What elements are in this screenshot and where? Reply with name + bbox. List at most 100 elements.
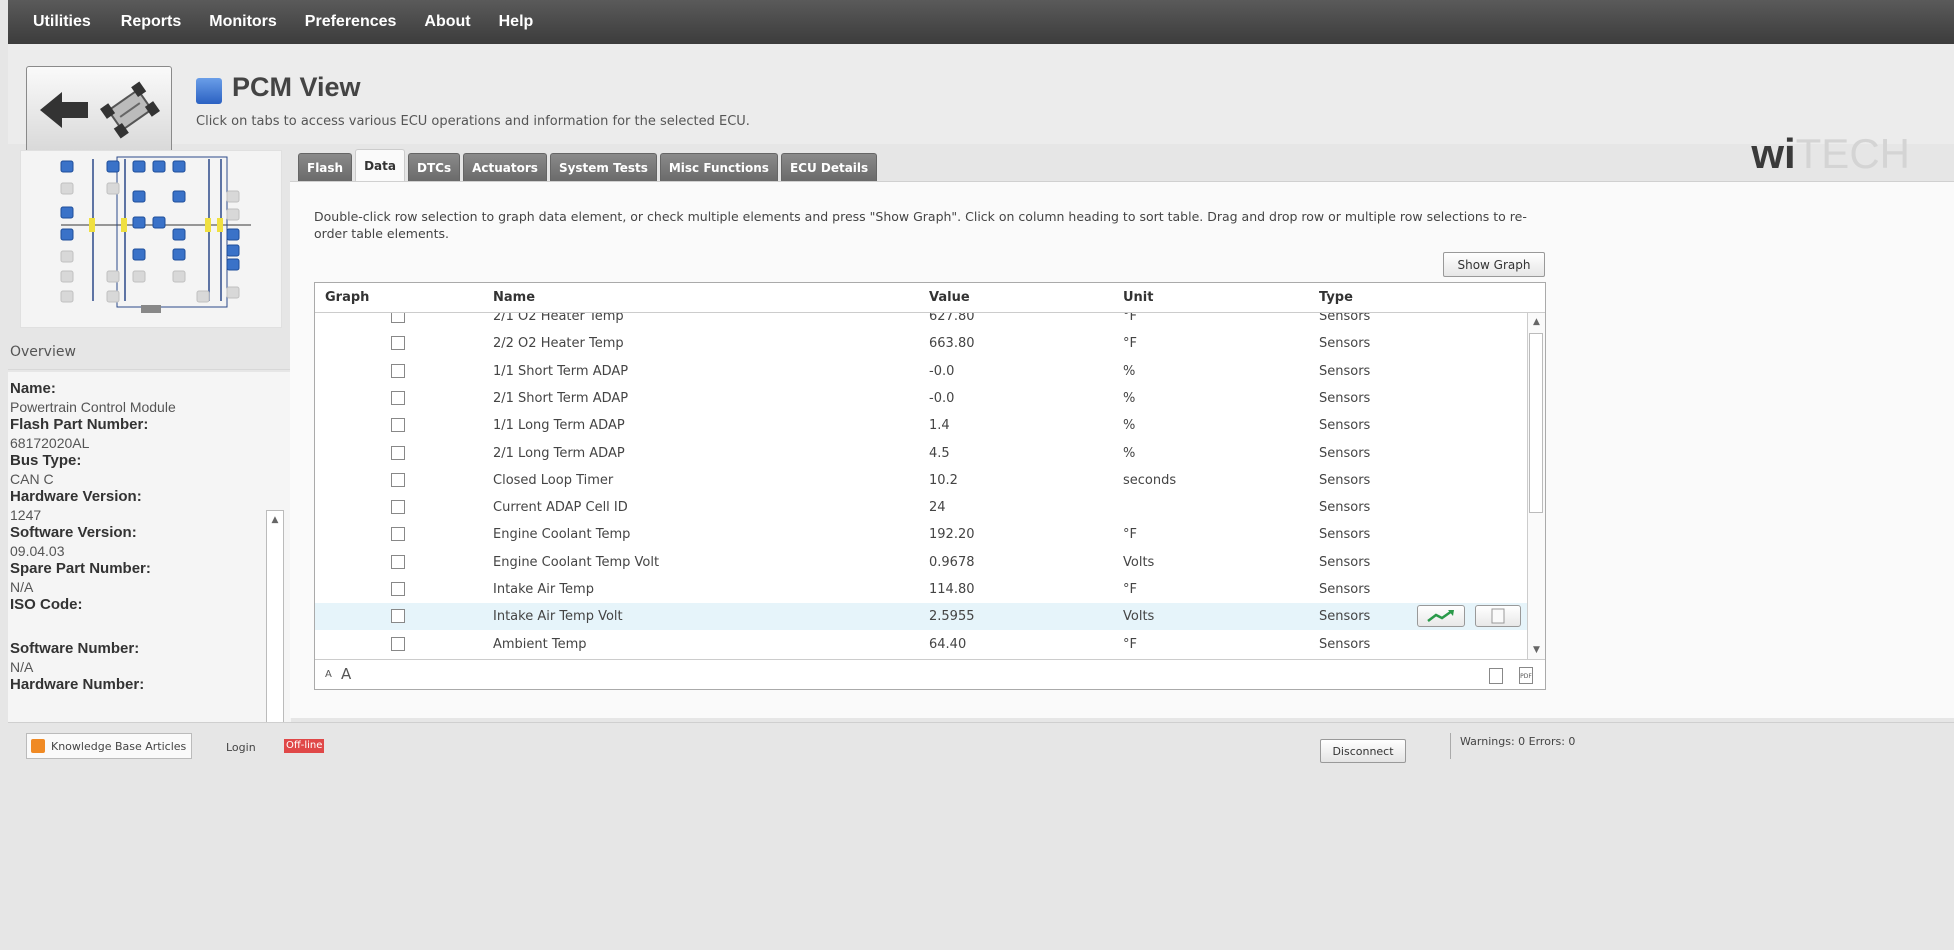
disconnect-button[interactable]: Disconnect [1320, 739, 1406, 763]
tab-system-tests[interactable]: System Tests [549, 153, 657, 181]
tab-actuators[interactable]: Actuators [463, 153, 547, 181]
knowledge-base-button[interactable]: Knowledge Base Articles [26, 733, 192, 759]
row-type: Sensors [1319, 313, 1371, 324]
info-sw-number-value: N/A [10, 659, 34, 675]
row-unit: °F [1123, 582, 1137, 597]
data-panel: Double-click row selection to graph data… [290, 181, 1954, 718]
graph-checkbox[interactable] [391, 636, 405, 651]
grid-scrollbar[interactable]: ▲ ▼ [1527, 313, 1545, 659]
info-iso-code-label: ISO Code: [10, 596, 83, 613]
info-hw-number-label: Hardware Number: [10, 676, 145, 693]
tab-misc-functions[interactable]: Misc Functions [659, 153, 778, 181]
info-sw-version-value: 09.04.03 [10, 543, 65, 559]
menu-preferences[interactable]: Preferences [305, 13, 397, 31]
graph-checkbox[interactable] [391, 609, 405, 624]
row-name: Current ADAP Cell ID [493, 500, 628, 516]
info-sw-number-label: Software Number: [10, 640, 140, 657]
row-name: Ambient Temp [493, 636, 587, 652]
table-row[interactable]: Intake Air Temp 114.80 °F Sensors [315, 576, 1527, 603]
col-value-header[interactable]: Value [929, 290, 970, 305]
trend-up-icon [1427, 610, 1454, 623]
row-unit: % [1123, 418, 1136, 434]
menu-help[interactable]: Help [499, 13, 534, 31]
vehicle-chassis-icon [100, 81, 160, 139]
table-row[interactable]: Intake Air Temp Volt 2.5955 Volts Sensors [315, 603, 1527, 631]
font-decrease-button[interactable]: A [325, 669, 332, 680]
graph-checkbox[interactable] [391, 418, 405, 433]
network-topology-diagram[interactable] [20, 150, 282, 328]
info-hw-version-label: Hardware Version: [10, 488, 142, 505]
table-row[interactable]: Current ADAP Cell ID 24 Sensors [315, 494, 1527, 521]
tab-dtcs[interactable]: DTCs [408, 153, 461, 181]
menu-utilities[interactable]: Utilities [33, 13, 91, 31]
row-type: Sensors [1319, 336, 1371, 352]
col-graph-header[interactable]: Graph [325, 290, 369, 305]
page-header: PCM View Click on tabs to access various… [8, 44, 1954, 177]
font-increase-button[interactable]: A [341, 665, 351, 683]
row-details-button[interactable] [1475, 605, 1521, 628]
status-divider [1450, 733, 1451, 759]
info-flash-part-label: Flash Part Number: [10, 416, 149, 433]
row-type: Sensors [1319, 582, 1371, 597]
graph-checkbox[interactable] [391, 582, 405, 596]
row-value: 192.20 [929, 527, 975, 543]
grid-header: Graph Name Value Unit Type [315, 283, 1545, 313]
grid-scroll-up-icon[interactable]: ▲ [1528, 313, 1545, 331]
row-name: Engine Coolant Temp [493, 527, 631, 543]
col-type-header[interactable]: Type [1319, 290, 1353, 305]
row-name: 2/1 Long Term ADAP [493, 445, 625, 461]
col-name-header[interactable]: Name [493, 290, 535, 305]
export-icon[interactable] [1489, 668, 1503, 684]
grid-scroll-thumb[interactable] [1529, 333, 1543, 513]
table-row[interactable]: Ambient Temp 64.40 °F Sensors [315, 631, 1527, 658]
row-name: 1/1 Long Term ADAP [493, 418, 625, 434]
table-row[interactable]: 2/1 O2 Heater Temp 627.80 °F Sensors [315, 313, 1527, 330]
row-unit: % [1123, 363, 1136, 379]
table-row[interactable]: 1/1 Short Term ADAP -0.0% Sensors [315, 358, 1527, 385]
graph-checkbox[interactable] [391, 336, 405, 351]
graph-row-button[interactable] [1417, 605, 1465, 628]
row-unit: °F [1123, 336, 1137, 352]
page-subtitle: Click on tabs to access various ECU oper… [196, 114, 750, 129]
grid-scroll-down-icon[interactable]: ▼ [1528, 641, 1545, 659]
tab-flash[interactable]: Flash [298, 153, 353, 181]
graph-checkbox[interactable] [391, 500, 405, 515]
col-unit-header[interactable]: Unit [1123, 290, 1153, 305]
table-row[interactable]: 2/1 Long Term ADAP 4.5% Sensors [315, 440, 1527, 467]
graph-checkbox[interactable] [391, 313, 405, 323]
table-row[interactable]: 1/1 Long Term ADAP 1.4% Sensors [315, 412, 1527, 439]
row-unit: Volts [1123, 554, 1155, 570]
login-link[interactable]: Login [226, 741, 256, 754]
table-row[interactable]: Engine Coolant Temp Volt 0.9678 Volts Senso… [315, 549, 1527, 576]
graph-checkbox[interactable] [391, 472, 405, 487]
table-row[interactable]: Closed Loop Timer 10.2 seconds Sensors [315, 467, 1527, 494]
graph-checkbox[interactable] [391, 527, 405, 542]
row-value: 627.80 [929, 313, 975, 324]
graph-checkbox[interactable] [391, 363, 405, 378]
pdf-icon[interactable]: PDF [1519, 667, 1533, 684]
row-type: Sensors [1319, 609, 1371, 625]
grid-footer: A A PDF [315, 659, 1545, 689]
row-value: 2.5955 [929, 609, 975, 625]
graph-checkbox[interactable] [391, 390, 405, 405]
table-row[interactable]: Engine Coolant Temp 192.20 °F Sensors [315, 521, 1527, 548]
warnings-errors-status: Warnings: 0 Errors: 0 [1460, 735, 1576, 748]
graph-checkbox[interactable] [391, 445, 405, 460]
menu-monitors[interactable]: Monitors [209, 13, 277, 31]
menu-reports[interactable]: Reports [121, 13, 181, 31]
row-value: 64.40 [929, 636, 967, 652]
table-row[interactable]: 2/1 Short Term ADAP -0.0% Sensors [315, 385, 1527, 412]
rss-icon [31, 739, 45, 753]
grid-body: 2/1 O2 Heater Temp 627.80 °F Sensors 2/2 O2 … [315, 313, 1527, 659]
tab-data[interactable]: Data [355, 149, 405, 181]
table-row[interactable]: 2/2 O2 Heater Temp 663.80 °F Sensors [315, 330, 1527, 357]
tab-ecu-details[interactable]: ECU Details [780, 153, 878, 181]
scroll-up-icon[interactable]: ▲ [267, 511, 283, 529]
graph-checkbox[interactable] [391, 554, 405, 569]
menu-about[interactable]: About [424, 13, 470, 31]
show-graph-button[interactable]: Show Graph [1443, 252, 1545, 277]
witech-logo: wiTECH [1751, 130, 1910, 177]
info-flash-part-value: 68172020AL [10, 435, 90, 451]
row-name: 2/2 O2 Heater Temp [493, 336, 624, 352]
back-button[interactable] [26, 66, 172, 154]
